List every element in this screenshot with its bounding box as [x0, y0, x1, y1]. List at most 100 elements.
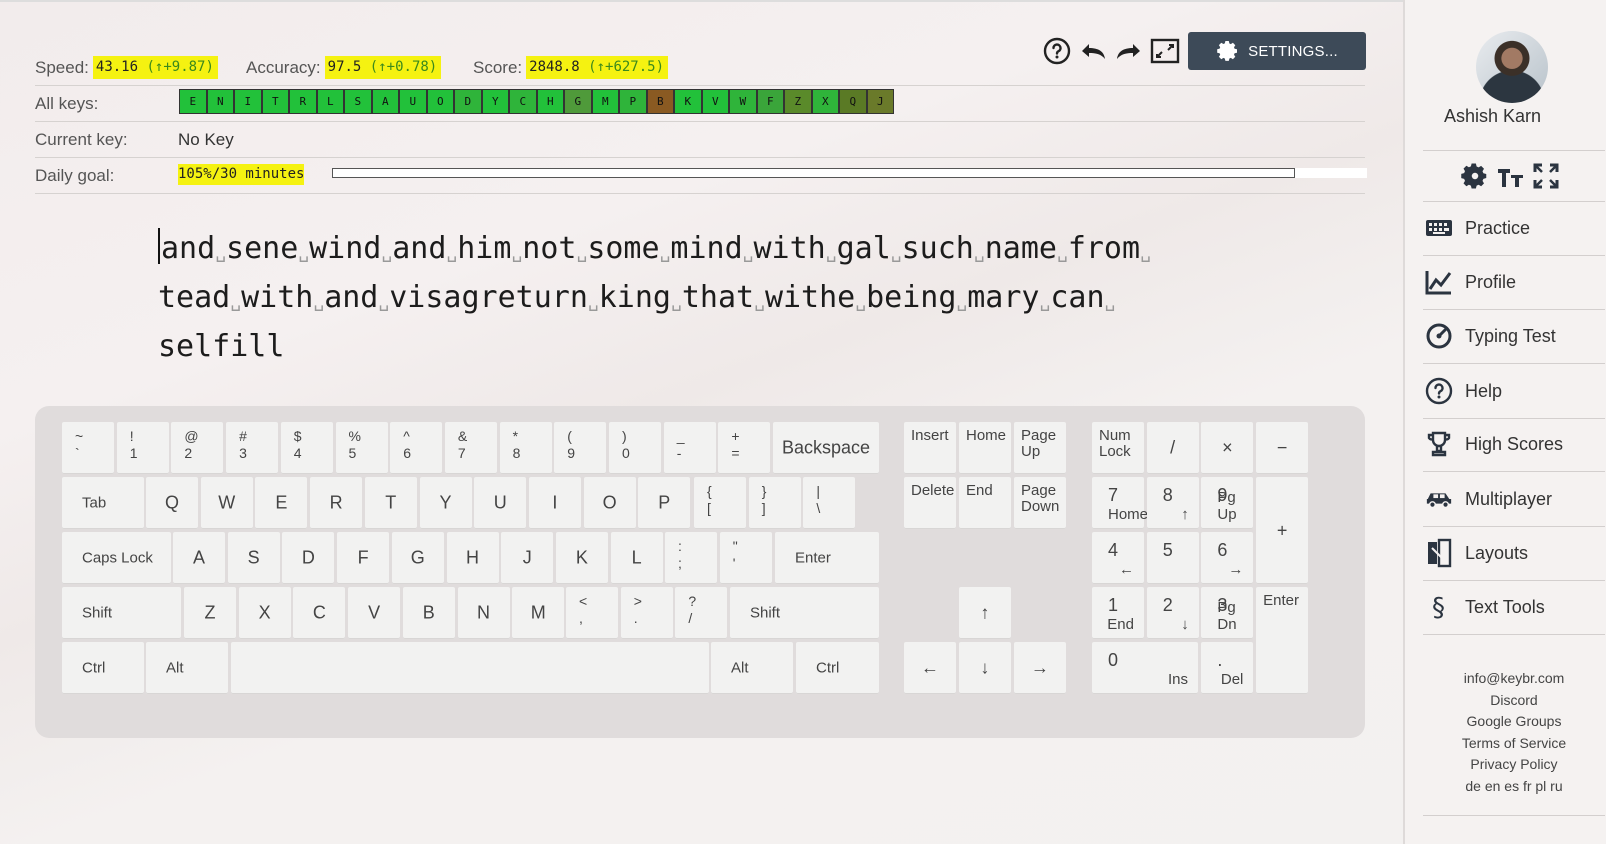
key-3[interactable]: #3 — [226, 422, 279, 474]
key-letter[interactable]: Q — [146, 477, 198, 529]
key-tab[interactable]: Tab — [62, 477, 144, 529]
key-arrow-right[interactable]: → — [1014, 642, 1066, 694]
key-letter[interactable]: G — [391, 532, 444, 584]
key-letter[interactable]: X — [238, 587, 291, 639]
key-letter[interactable]: V — [348, 587, 401, 639]
sidebar-item-practice[interactable]: Practice — [1425, 201, 1606, 255]
key-num-0[interactable]: 0 Ins — [1092, 642, 1198, 694]
key-num-4[interactable]: 4 ← — [1092, 532, 1144, 584]
key-letter[interactable]: S — [227, 532, 280, 584]
key-7[interactable]: & 7 — [444, 422, 497, 474]
sidebar-item-profile[interactable]: Profile — [1425, 255, 1606, 309]
key-letter[interactable]: Y — [419, 477, 472, 529]
key-letter[interactable]: W — [200, 477, 253, 529]
key-letter[interactable]: T — [364, 477, 417, 529]
key-letter[interactable]: R — [310, 477, 363, 529]
key-num-9[interactable]: 9 Pg Up — [1201, 477, 1254, 529]
key-letter[interactable]: O — [583, 477, 636, 529]
sidebar-item-help[interactable]: Help — [1425, 364, 1606, 418]
key-symbol[interactable]: >. — [620, 587, 673, 639]
key-9[interactable]: (9 — [554, 422, 607, 474]
sidebar-item-high-scores[interactable]: High Scores — [1425, 417, 1606, 471]
key-letter[interactable]: J — [501, 532, 554, 584]
sidebar-item-layouts[interactable]: Layouts — [1425, 526, 1606, 580]
key-left-ctrl[interactable]: Ctrl — [62, 642, 144, 694]
key-symbol[interactable]: <, — [566, 587, 618, 639]
key-symbol[interactable]: {[ — [694, 477, 746, 529]
key-left-shift[interactable]: Shift — [62, 587, 181, 639]
key-letter[interactable]: U — [474, 477, 527, 529]
key-enter[interactable]: Enter — [775, 532, 879, 584]
key-num-1[interactable]: 1 End — [1092, 587, 1144, 639]
key-num-7[interactable]: 7 Home — [1092, 477, 1148, 529]
avatar[interactable] — [1476, 31, 1548, 103]
key-insert[interactable]: Insert — [904, 422, 956, 474]
key-letter[interactable]: C — [293, 587, 346, 639]
key-6[interactable]: ^ 6 — [390, 422, 443, 474]
key-right-ctrl[interactable]: Ctrl — [796, 642, 879, 694]
settings-button[interactable]: SETTINGS... — [1188, 32, 1366, 70]
username[interactable]: Ashish Karn — [1405, 106, 1580, 127]
key-symbol[interactable]: }] — [748, 477, 801, 529]
key-letter[interactable]: D — [282, 532, 335, 584]
key-letter[interactable]: I — [528, 477, 581, 529]
key-arrow-up[interactable]: ↑ — [959, 587, 1011, 639]
key-num-8[interactable]: 8 ↑ — [1146, 477, 1199, 529]
key-caps-lock[interactable]: Caps Lock — [62, 532, 171, 584]
sidebar-item-multiplayer[interactable]: Multiplayer — [1425, 472, 1606, 526]
key-letter[interactable]: M — [512, 587, 565, 639]
link-terms[interactable]: Terms of Service — [1423, 733, 1605, 755]
key-num-dot[interactable]: . Del — [1201, 642, 1254, 694]
key-12[interactable]: + = — [718, 422, 771, 474]
key-num-6[interactable]: 6 → — [1201, 532, 1254, 584]
key-letter[interactable]: F — [337, 532, 390, 584]
key-page-up[interactable]: Page Up — [1014, 422, 1066, 474]
text-size-icon[interactable] — [1496, 163, 1526, 194]
typing-text-area[interactable]: and␣sene␣wind␣and␣him␣not␣some␣mind␣with… — [158, 226, 1258, 369]
key-delete[interactable]: Delete — [904, 477, 956, 529]
sidebar-item-typing-test[interactable]: Typing Test — [1425, 309, 1606, 363]
key-num-2[interactable]: 2 ↓ — [1146, 587, 1199, 639]
key-letter[interactable]: B — [402, 587, 455, 639]
key-8[interactable]: * 8 — [499, 422, 552, 474]
key-letter[interactable]: P — [638, 477, 691, 529]
key-end[interactable]: End — [959, 477, 1011, 529]
key-home[interactable]: Home — [959, 422, 1011, 474]
link-google-groups[interactable]: Google Groups — [1423, 711, 1605, 733]
key-arrow-left[interactable]: ← — [904, 642, 956, 694]
key-letter[interactable]: K — [555, 532, 608, 584]
key-symbol[interactable]: ? / — [675, 587, 728, 639]
key-left-alt[interactable]: Alt — [146, 642, 228, 694]
sidebar-item-text-tools[interactable]: § Text Tools — [1425, 580, 1606, 634]
key-num-lock[interactable]: Num Lock — [1092, 422, 1144, 474]
key-symbol[interactable]: | \ — [803, 477, 856, 529]
key-arrow-down[interactable]: ↓ — [959, 642, 1011, 694]
key-num-minus[interactable]: − — [1256, 422, 1309, 474]
key-11[interactable]: _ - — [663, 422, 716, 474]
key-right-shift[interactable]: Shift — [730, 587, 879, 639]
gear-icon[interactable] — [1460, 161, 1490, 196]
key-2[interactable]: @2 — [171, 422, 224, 474]
language-links[interactable]: de en es fr pl ru — [1423, 776, 1605, 798]
redo-icon[interactable] — [1114, 36, 1144, 66]
link-privacy[interactable]: Privacy Policy — [1423, 754, 1605, 776]
key-num-3[interactable]: 3 Pg Dn — [1201, 587, 1254, 639]
key-space[interactable] — [231, 642, 709, 694]
key-4[interactable]: $4 — [280, 422, 333, 474]
key-num-divide[interactable]: / — [1146, 422, 1199, 474]
key-letter[interactable]: A — [173, 532, 225, 584]
key-1[interactable]: ! 1 — [116, 422, 169, 474]
key-backspace[interactable]: Backspace — [773, 422, 879, 474]
key-0[interactable]: ~ ` — [62, 422, 114, 474]
key-letter[interactable]: E — [255, 477, 308, 529]
link-discord[interactable]: Discord — [1423, 690, 1605, 712]
undo-icon[interactable] — [1078, 36, 1108, 66]
key-letter[interactable]: Z — [184, 587, 236, 639]
key-letter[interactable]: L — [610, 532, 663, 584]
key-10[interactable]: ) 0 — [609, 422, 661, 474]
key-letter[interactable]: N — [457, 587, 510, 639]
key-symbol[interactable]: " ' — [719, 532, 772, 584]
key-symbol[interactable]: :; — [665, 532, 717, 584]
fullscreen-icon[interactable] — [1150, 36, 1180, 66]
key-letter[interactable]: H — [446, 532, 499, 584]
